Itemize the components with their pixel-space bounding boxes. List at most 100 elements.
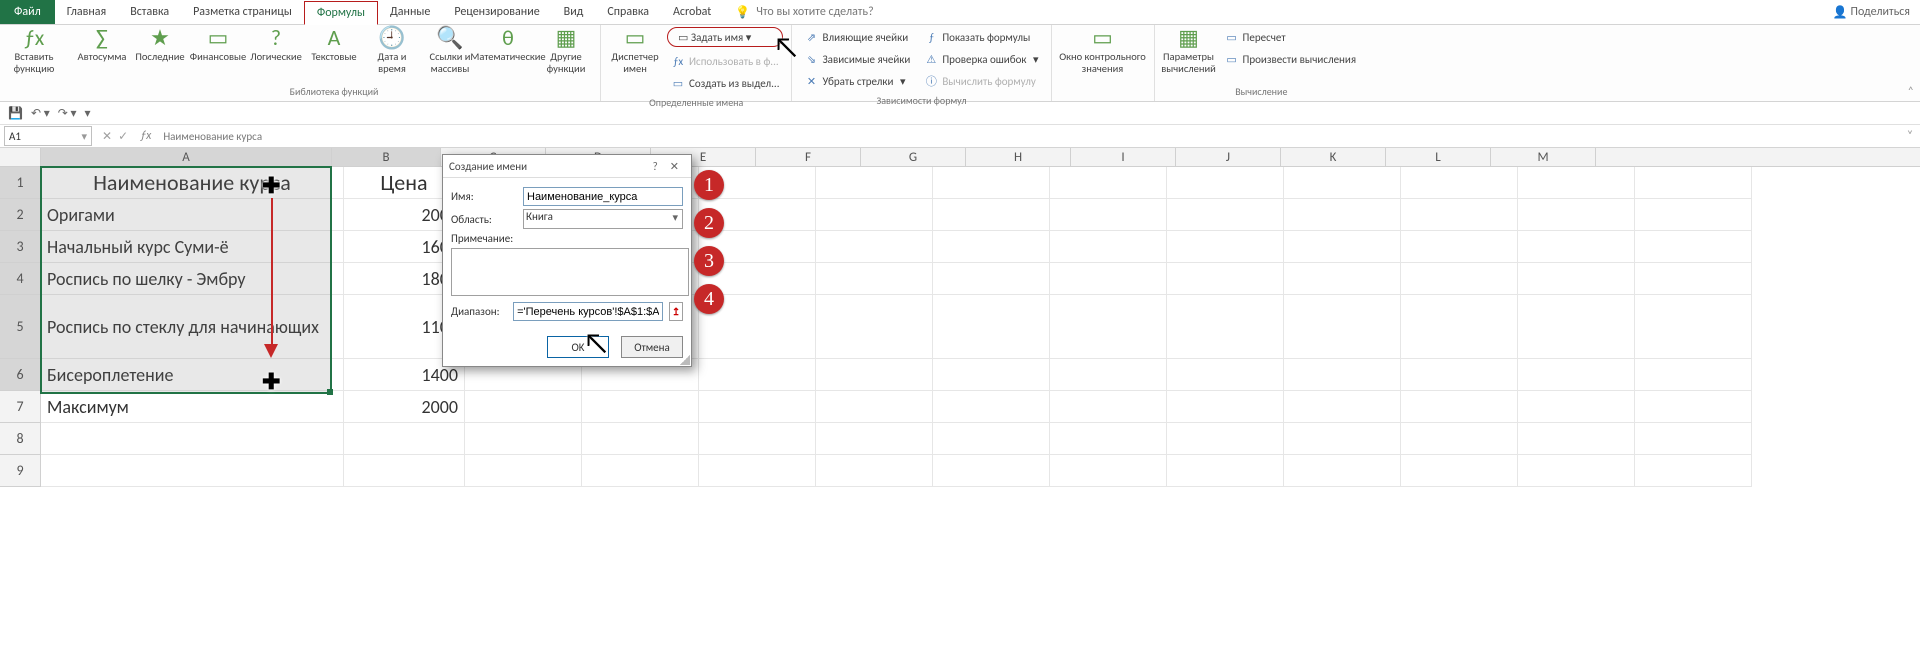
cell[interactable] xyxy=(1284,359,1401,391)
row-header[interactable]: 8 xyxy=(0,423,41,455)
cell[interactable] xyxy=(1635,391,1752,423)
tab-formulas[interactable]: Формулы xyxy=(304,1,378,25)
cell[interactable] xyxy=(933,391,1050,423)
show-formulas-button[interactable]: ƒПоказать формулы xyxy=(920,27,1042,47)
cell[interactable] xyxy=(816,231,933,263)
expand-formula-bar-button[interactable]: ˅ xyxy=(1900,129,1920,143)
range-picker-button[interactable]: ↥ xyxy=(669,302,683,321)
cell[interactable] xyxy=(1167,231,1284,263)
watch-window-button[interactable]: ▭Окно контрольного значения xyxy=(1058,25,1148,75)
datetime-button[interactable]: 🕘Дата и время xyxy=(364,25,420,75)
cell[interactable] xyxy=(1050,231,1167,263)
col-header-F[interactable]: F xyxy=(756,148,861,166)
cell[interactable] xyxy=(1401,455,1518,487)
cell[interactable] xyxy=(1518,263,1635,295)
row-header[interactable]: 5 xyxy=(0,295,41,359)
col-header-L[interactable]: L xyxy=(1386,148,1491,166)
cell[interactable]: Оригами xyxy=(41,199,344,231)
cell[interactable] xyxy=(933,231,1050,263)
cell[interactable] xyxy=(1635,199,1752,231)
cell[interactable] xyxy=(933,295,1050,359)
tab-home[interactable]: Главная xyxy=(55,0,118,24)
col-header-K[interactable]: K xyxy=(1281,148,1386,166)
cell[interactable] xyxy=(699,391,816,423)
select-all-corner[interactable] xyxy=(0,148,41,166)
cell[interactable] xyxy=(465,423,582,455)
range-field-input[interactable] xyxy=(513,302,663,321)
cell[interactable] xyxy=(1284,199,1401,231)
math-button[interactable]: θМатематические xyxy=(480,25,536,63)
undo-button[interactable]: ↶ ▾ xyxy=(31,106,50,121)
share-button[interactable]: 👤 Поделиться xyxy=(1833,0,1910,24)
cell[interactable] xyxy=(1518,199,1635,231)
col-header-I[interactable]: I xyxy=(1071,148,1176,166)
cell[interactable] xyxy=(1050,455,1167,487)
cell[interactable] xyxy=(1050,295,1167,359)
cell[interactable] xyxy=(465,391,582,423)
collapse-ribbon-button[interactable]: ˄ xyxy=(1908,85,1914,99)
spreadsheet[interactable]: A B C D E F G H I J K L M 1Наименование … xyxy=(0,148,1920,487)
cell[interactable] xyxy=(1050,391,1167,423)
cell[interactable] xyxy=(1167,167,1284,199)
cell[interactable] xyxy=(1284,391,1401,423)
cell[interactable] xyxy=(933,167,1050,199)
cell[interactable] xyxy=(1284,455,1401,487)
cell[interactable] xyxy=(1635,167,1752,199)
cell[interactable] xyxy=(1518,359,1635,391)
dialog-help-button[interactable]: ? xyxy=(647,160,664,173)
cell[interactable]: Наименование курса xyxy=(41,167,344,199)
cell[interactable] xyxy=(816,391,933,423)
col-header-J[interactable]: J xyxy=(1176,148,1281,166)
col-header-A[interactable]: A xyxy=(41,148,332,166)
cell[interactable] xyxy=(1284,295,1401,359)
cell[interactable] xyxy=(1050,263,1167,295)
cell[interactable] xyxy=(1518,231,1635,263)
cancel-entry-button[interactable]: ✕ xyxy=(102,129,112,144)
cell[interactable] xyxy=(1050,167,1167,199)
col-header-H[interactable]: H xyxy=(966,148,1071,166)
cell[interactable] xyxy=(1167,423,1284,455)
cell[interactable] xyxy=(1167,263,1284,295)
cell[interactable] xyxy=(933,199,1050,231)
trace-dependents-button[interactable]: ⇘Зависимые ячейки xyxy=(800,49,914,69)
cell[interactable] xyxy=(933,359,1050,391)
cell[interactable] xyxy=(1518,295,1635,359)
fx-icon[interactable]: ƒx xyxy=(134,129,157,143)
cell[interactable] xyxy=(1401,263,1518,295)
cell[interactable] xyxy=(816,167,933,199)
formula-input[interactable]: Наименование курса xyxy=(157,130,1900,143)
row-header[interactable]: 2 xyxy=(0,199,41,231)
row-header[interactable]: 6 xyxy=(0,359,41,391)
autosum-button[interactable]: ∑Автосумма xyxy=(74,25,130,63)
cell[interactable]: Роспись по шелку - Эмбру xyxy=(41,263,344,295)
recent-button[interactable]: ★Последние xyxy=(132,25,188,63)
tab-view[interactable]: Вид xyxy=(552,0,596,24)
tab-help[interactable]: Справка xyxy=(595,0,661,24)
row-header[interactable]: 7 xyxy=(0,391,41,423)
evaluate-formula-button[interactable]: ⓘВычислить формулу xyxy=(920,71,1042,91)
use-in-formula-button[interactable]: ƒxИспользовать в ф... xyxy=(667,51,783,71)
cell[interactable] xyxy=(1401,423,1518,455)
cell[interactable] xyxy=(816,263,933,295)
cell[interactable]: Начальный курс Суми-ё xyxy=(41,231,344,263)
insert-function-button[interactable]: ƒx Вставить функцию xyxy=(6,25,62,75)
cell[interactable] xyxy=(699,359,816,391)
name-field-input[interactable] xyxy=(523,187,683,206)
tab-insert[interactable]: Вставка xyxy=(118,0,181,24)
cell[interactable] xyxy=(1167,391,1284,423)
calc-options-button[interactable]: ▦Параметры вычислений xyxy=(1161,25,1217,75)
cell[interactable] xyxy=(699,455,816,487)
cell[interactable] xyxy=(1518,455,1635,487)
dialog-resize-handle[interactable] xyxy=(680,355,690,365)
cell[interactable]: Бисероплетение xyxy=(41,359,344,391)
redo-button[interactable]: ↷ ▾ xyxy=(58,106,77,121)
cell[interactable] xyxy=(1284,263,1401,295)
save-icon[interactable]: 💾 xyxy=(8,106,23,121)
cell[interactable] xyxy=(1167,199,1284,231)
cell[interactable] xyxy=(1635,295,1752,359)
more-functions-button[interactable]: ▦Другие функции xyxy=(538,25,594,75)
trace-precedents-button[interactable]: ⇗Влияющие ячейки xyxy=(800,27,914,47)
cell[interactable] xyxy=(1167,455,1284,487)
comment-textarea[interactable] xyxy=(451,248,689,296)
tell-me[interactable]: 💡 Что вы хотите сделать? xyxy=(735,0,873,24)
